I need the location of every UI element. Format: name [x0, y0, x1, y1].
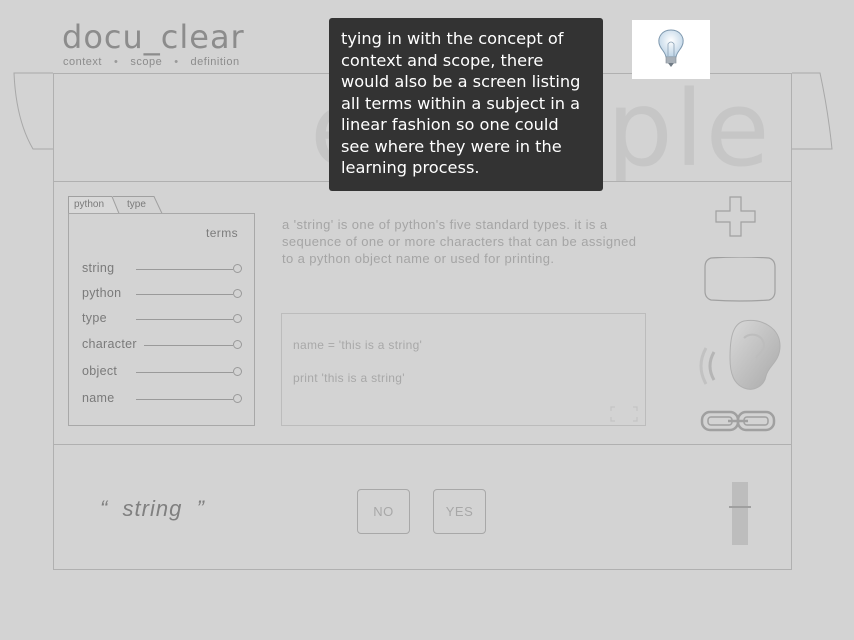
breadcrumb-tabs: python type: [68, 196, 168, 214]
no-button[interactable]: NO: [357, 489, 410, 534]
term-line: [136, 294, 233, 295]
nav-definition[interactable]: definition: [191, 56, 240, 68]
definition-text: a 'string' is one of python's five stand…: [282, 217, 637, 266]
terms-title: terms: [206, 226, 238, 240]
code-line: name = 'this is a string': [293, 338, 423, 352]
term-line: [136, 319, 233, 320]
progress-slider[interactable]: [732, 482, 748, 545]
term-item-character[interactable]: character: [82, 337, 242, 353]
term-item-type[interactable]: type: [82, 311, 242, 327]
terms-list: terms string python type character objec…: [68, 213, 255, 426]
term-label: type: [82, 311, 111, 325]
lightbulb-icon: [658, 29, 684, 67]
term-knob: [233, 264, 242, 273]
term-line: [136, 372, 233, 373]
expand-icon[interactable]: [610, 406, 638, 422]
term-knob: [233, 340, 242, 349]
term-item-object[interactable]: object: [82, 364, 242, 380]
term-label: character: [82, 337, 141, 351]
term-item-string[interactable]: string: [82, 261, 242, 277]
yes-button[interactable]: YES: [433, 489, 486, 534]
term-label: python: [82, 286, 126, 300]
screen-icon[interactable]: [703, 257, 777, 302]
term-item-name[interactable]: name: [82, 391, 242, 407]
term-line: [136, 399, 233, 400]
term-knob: [233, 394, 242, 403]
term-line: [144, 345, 233, 346]
hint-button[interactable]: [632, 20, 710, 79]
nav-separator: •: [113, 56, 119, 68]
term-line: [136, 269, 233, 270]
term-label: name: [82, 391, 119, 405]
slider-handle[interactable]: [729, 506, 751, 508]
nav-separator: •: [174, 56, 179, 68]
nav-scope[interactable]: scope: [130, 56, 162, 68]
term-label: string: [82, 261, 119, 275]
tab-type[interactable]: type: [121, 196, 146, 213]
chain-link-icon[interactable]: [700, 408, 778, 436]
ear-sound-icon[interactable]: [694, 318, 782, 392]
logo-nav: context • scope • definition: [63, 56, 240, 68]
hint-tooltip: tying in with the concept of context and…: [329, 18, 603, 191]
code-example-box: name = 'this is a string' print 'this is…: [281, 313, 646, 426]
tab-python[interactable]: python: [68, 196, 104, 213]
term-knob: [233, 289, 242, 298]
term-item-python[interactable]: python: [82, 286, 242, 302]
term-knob: [233, 314, 242, 323]
quiz-word: “ string ”: [100, 496, 205, 521]
term-label: object: [82, 364, 122, 378]
code-line: print 'this is a string': [293, 371, 405, 385]
app-logo: docu_clear: [62, 18, 245, 56]
plus-icon[interactable]: [714, 196, 758, 238]
term-knob: [233, 367, 242, 376]
nav-context[interactable]: context: [63, 56, 102, 68]
